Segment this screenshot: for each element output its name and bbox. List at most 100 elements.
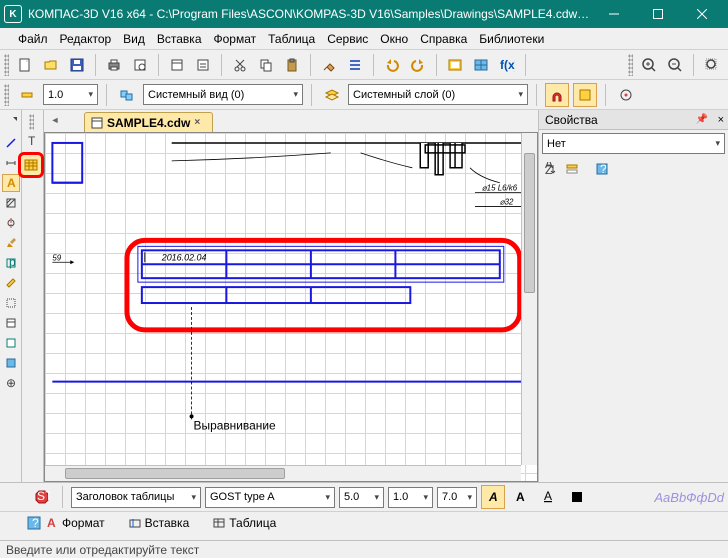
cut-button[interactable] (228, 53, 252, 77)
edit-icon[interactable] (2, 234, 20, 252)
spec-icon[interactable] (2, 314, 20, 332)
table-date-cell: 2016.02.04 (161, 252, 207, 262)
panel-filter-combo[interactable]: Нет (542, 133, 725, 154)
menu-libraries[interactable]: Библиотеки (473, 30, 550, 48)
brush-button[interactable] (317, 53, 341, 77)
menu-table[interactable]: Таблица (262, 30, 321, 48)
tab-close-icon[interactable]: × (194, 117, 206, 129)
print-button[interactable] (102, 53, 126, 77)
menu-service[interactable]: Сервис (321, 30, 374, 48)
settings-button[interactable] (191, 53, 215, 77)
select-icon[interactable] (2, 294, 20, 312)
size3-input[interactable]: 7.0 (437, 487, 477, 508)
checkpoint-button[interactable] (614, 83, 638, 107)
strip-grip[interactable] (29, 114, 34, 130)
redo-button[interactable] (406, 53, 430, 77)
document-tab[interactable]: SAMPLE4.cdw × (84, 112, 213, 132)
save-button[interactable] (65, 53, 89, 77)
font-preview: АаВbФфDd (654, 490, 724, 505)
titlebar: K КОМПАС-3D V16 x64 - C:\Program Files\A… (0, 0, 728, 28)
toolbar-grip-2[interactable] (628, 54, 633, 76)
dim-59: 59 (52, 253, 61, 262)
menu-file[interactable]: Файл (12, 30, 54, 48)
tab-nav-left[interactable]: ◄ (48, 113, 62, 127)
color-button[interactable] (565, 485, 589, 509)
toolbar-grip-3[interactable] (4, 84, 9, 106)
zoom-fit-button[interactable] (700, 53, 724, 77)
table-tool-icon[interactable] (18, 152, 44, 178)
property-tabs: ? A Формат Вставка Таблица (0, 511, 728, 533)
menu-view[interactable]: Вид (117, 30, 151, 48)
pin-icon[interactable]: 📌 (696, 114, 708, 125)
insert-icon[interactable] (2, 354, 20, 372)
zoom-out-button[interactable] (663, 53, 687, 77)
zoom-in-button[interactable] (637, 53, 661, 77)
paste-button[interactable] (280, 53, 304, 77)
axis-icon[interactable] (2, 214, 20, 232)
view-toolbar: 1.0 Системный вид (0) Системный слой (0) (0, 80, 728, 110)
menubar: Файл Редактор Вид Вставка Формат Таблица… (0, 28, 728, 50)
help-icon[interactable]: ? (593, 160, 611, 178)
vertical-scrollbar[interactable] (521, 133, 537, 465)
horizontal-scrollbar[interactable] (45, 465, 521, 481)
undo-button[interactable] (380, 53, 404, 77)
print-preview-button[interactable] (128, 53, 152, 77)
prop-help-icon[interactable]: ? (22, 511, 46, 535)
drawing-canvas[interactable]: ⌀15 L6/k6 ⌀32 59 (44, 132, 538, 482)
snap-button[interactable] (545, 83, 569, 107)
status-text: Введите или отредактируйте текст (6, 543, 199, 557)
variables-button[interactable] (469, 53, 493, 77)
view-combo[interactable]: Системный вид (0) (143, 84, 303, 105)
text-label-icon[interactable]: T (24, 132, 42, 150)
size2-combo[interactable]: 1.0 (388, 487, 433, 508)
category-icon[interactable] (563, 160, 581, 178)
panel-close-icon[interactable]: × (718, 114, 724, 126)
document-icon (91, 117, 103, 129)
formula-button[interactable]: f(x) (495, 53, 519, 77)
italic-button[interactable]: A (481, 485, 505, 509)
layers-button[interactable] (320, 83, 344, 107)
list-button[interactable] (343, 53, 367, 77)
views-mgr-icon[interactable]: ⊕ (2, 374, 20, 392)
bold-button[interactable]: A (509, 485, 533, 509)
dimension-icon[interactable] (2, 154, 20, 172)
new-button[interactable] (13, 53, 37, 77)
font-combo[interactable]: GOST type A (205, 487, 335, 508)
prop-tab-table[interactable]: Таблица (207, 514, 282, 532)
hatch-icon[interactable] (2, 194, 20, 212)
layer-combo[interactable]: Системный слой (0) (348, 84, 528, 105)
maximize-button[interactable] (636, 0, 680, 28)
prop-tab-insert[interactable]: Вставка (123, 514, 196, 532)
toolbar-grip[interactable] (4, 54, 9, 76)
minimize-button[interactable] (592, 0, 636, 28)
menu-format[interactable]: Формат (208, 30, 263, 48)
stop-button[interactable]: STOP (30, 485, 54, 509)
line-icon[interactable] (2, 134, 20, 152)
report-icon[interactable] (2, 334, 20, 352)
copy-button[interactable] (254, 53, 278, 77)
measure-icon[interactable] (2, 274, 20, 292)
menu-editor[interactable]: Редактор (54, 30, 118, 48)
scale-combo[interactable]: 1.0 (43, 84, 98, 105)
prop-tab-format[interactable]: A Формат (40, 514, 111, 532)
properties-button[interactable] (165, 53, 189, 77)
menu-help[interactable]: Справка (414, 30, 473, 48)
state-button[interactable] (15, 83, 39, 107)
open-button[interactable] (39, 53, 63, 77)
views-button[interactable] (115, 83, 139, 107)
arrow-icon[interactable] (2, 114, 20, 132)
geo-calc-button[interactable] (573, 83, 597, 107)
format-tab-icon: A (46, 517, 58, 529)
size1-combo[interactable]: 5.0 (339, 487, 384, 508)
table-tab-icon (213, 517, 225, 529)
menu-window[interactable]: Окно (374, 30, 414, 48)
sort-az-icon[interactable]: AZ (543, 160, 561, 178)
close-button[interactable] (680, 0, 724, 28)
text-tool-icon[interactable]: A (2, 174, 20, 192)
underline-button[interactable]: A (537, 485, 561, 509)
text-style-combo[interactable]: Заголовок таблицы (71, 487, 201, 508)
menu-insert[interactable]: Вставка (151, 30, 208, 48)
library-manager-button[interactable] (443, 53, 467, 77)
param-icon[interactable]: p (2, 254, 20, 272)
svg-text:A: A (47, 517, 56, 529)
